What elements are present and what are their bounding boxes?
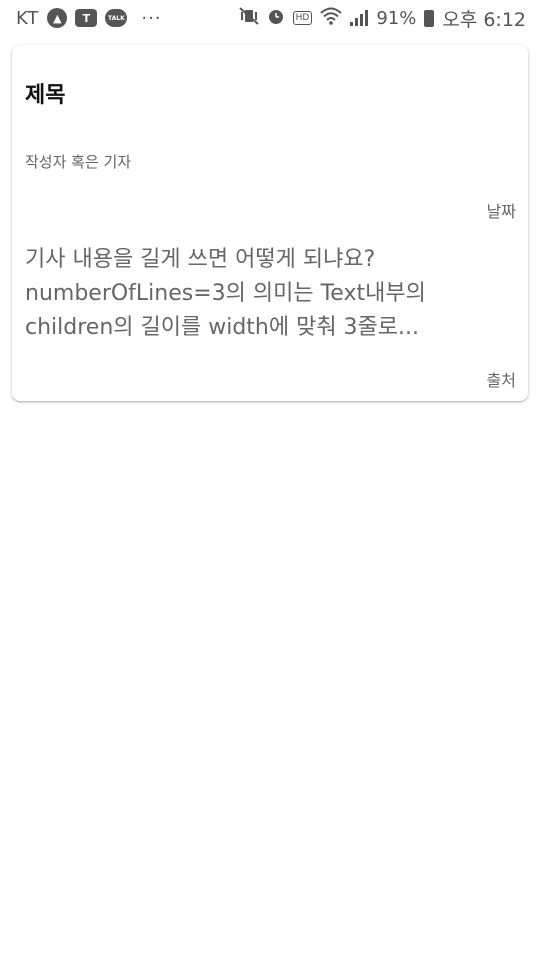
battery-percent: 91%: [376, 7, 417, 29]
article-author: 작성자 혹은 기자: [25, 153, 132, 171]
article-date: 날짜: [486, 202, 516, 221]
article-card[interactable]: 제목 작성자 혹은 기자 날짜 기사 내용을 길게 쓰면 어떻게 되냐요? nu…: [12, 45, 528, 401]
article-source: 출처: [486, 371, 516, 390]
battery-icon: [424, 9, 435, 27]
carrier-label: KT: [16, 7, 40, 29]
wifi-icon: [320, 7, 342, 29]
status-bar: KT ▲ T TALK ··· HD 91% 오후 6:12: [0, 0, 540, 36]
more-notifications-icon: ···: [141, 7, 162, 29]
signal-icon: [350, 10, 369, 26]
teams-icon: T: [75, 9, 98, 27]
status-bar-left: KT ▲ T TALK ···: [16, 8, 162, 29]
article-body: 기사 내용을 길게 쓰면 어떻게 되냐요? numberOfLines=3의 의…: [25, 247, 426, 340]
clock: 오후 6:12: [442, 8, 526, 31]
navigation-icon: ▲: [47, 8, 68, 28]
status-bar-right: HD 91% 오후 6:12: [238, 5, 526, 32]
article-title: 제목: [25, 83, 66, 108]
mute-vibrate-icon: [238, 7, 259, 29]
alarm-icon: [267, 7, 285, 29]
hd-icon: HD: [292, 11, 313, 25]
kakaotalk-icon: TALK: [105, 9, 128, 27]
